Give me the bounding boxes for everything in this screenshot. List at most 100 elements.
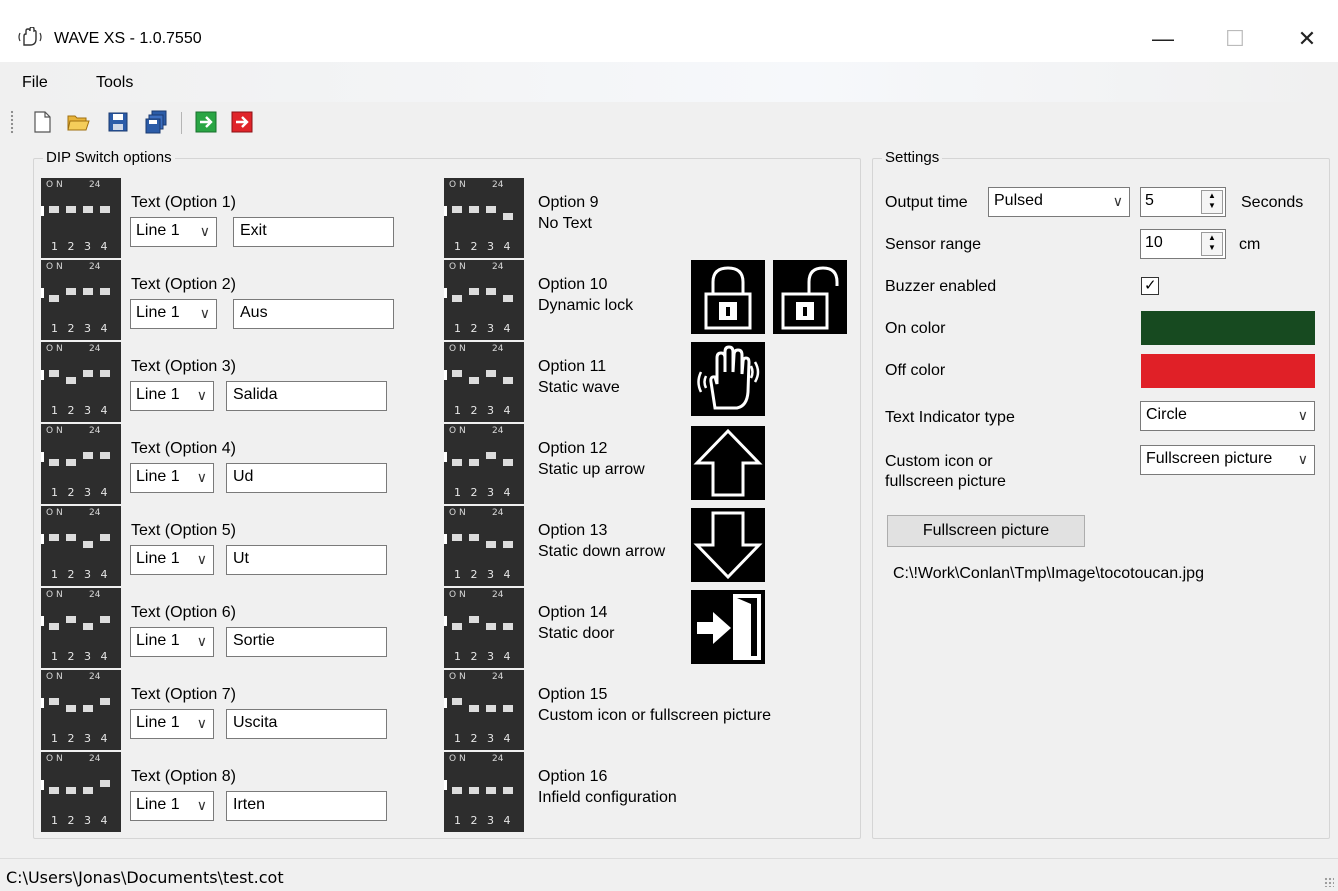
option-text-input[interactable]: Irten [226, 791, 387, 821]
text-option-label: Text (Option 1) [131, 194, 236, 211]
check-icon: ✓ [1144, 277, 1157, 294]
custom-icon-label-line2: fullscreen picture [885, 473, 1006, 490]
lock-closed-icon [691, 260, 765, 334]
dip-on-label: O N [46, 262, 63, 272]
line-select-value: Line 1 [136, 468, 180, 485]
output-time-combo-value: Pulsed [994, 192, 1043, 209]
dip-lead [444, 780, 447, 790]
line-select[interactable]: Line 1 ∨ [130, 381, 214, 411]
dip-switch-1 [49, 534, 59, 541]
dip-on-label: O N [449, 672, 466, 682]
dip-switch-3 [83, 452, 93, 459]
text-option-label: Text (Option 5) [131, 522, 236, 539]
dip-24-label: 24 [89, 590, 101, 600]
icon-option-desc: Static wave [538, 379, 620, 396]
dip-switch-4 [100, 206, 110, 213]
line-select[interactable]: Line 1 ∨ [130, 627, 214, 657]
dip-lead [41, 534, 44, 544]
line-select[interactable]: Line 1 ∨ [130, 463, 214, 493]
line-select-value: Line 1 [136, 632, 180, 649]
on-color-swatch[interactable] [1141, 311, 1315, 345]
line-select[interactable]: Line 1 ∨ [130, 545, 214, 575]
save-all-icon[interactable] [144, 110, 168, 134]
line-select[interactable]: Line 1 ∨ [130, 709, 214, 739]
status-bar: C:\Users\Jonas\Documents\test.cot [0, 858, 1338, 891]
option-text-input[interactable]: Ud [226, 463, 387, 493]
dip-switch-3 [83, 288, 93, 295]
dip-24-label: 24 [89, 508, 101, 518]
dip-switch-4 [503, 459, 513, 466]
new-icon[interactable] [30, 110, 54, 134]
off-color-swatch[interactable] [1141, 354, 1315, 388]
icon-option-title: Option 13 [538, 522, 608, 539]
menu-tools[interactable]: Tools [96, 74, 133, 92]
chevron-down-icon: ∨ [1297, 451, 1308, 467]
custom-icon-combo[interactable]: Fullscreen picture ∨ [1140, 445, 1315, 475]
dip-numbers: 1 2 3 4 [51, 650, 111, 663]
dip-switch-option-8: O N 24 1 2 3 4 [41, 752, 121, 832]
output-time-spinner[interactable]: 5 ▲ ▼ [1140, 187, 1226, 217]
option-text-input[interactable]: Sortie [226, 627, 387, 657]
dip-lead [41, 452, 44, 462]
dip-switch-2 [469, 616, 479, 623]
dip-switch-4 [503, 377, 513, 384]
output-time-value: 5 [1145, 192, 1154, 209]
sensor-range-label: Sensor range [885, 236, 982, 253]
import-icon[interactable] [194, 110, 218, 134]
dip-switch-option-3: O N 24 1 2 3 4 [41, 342, 121, 422]
chevron-down-icon: ∨ [196, 551, 207, 567]
dip-switch-2 [469, 787, 479, 794]
app-hand-icon [18, 27, 42, 46]
dip-switch-1 [49, 787, 59, 794]
option-text-input[interactable]: Uscita [226, 709, 387, 739]
toolbar-grip[interactable] [10, 110, 14, 134]
line-select[interactable]: Line 1 ∨ [130, 217, 217, 247]
option-text-input[interactable]: Exit [233, 217, 394, 247]
dip-24-label: 24 [492, 754, 504, 764]
dip-numbers: 1 2 3 4 [51, 486, 111, 499]
status-file-path: C:\Users\Jonas\Documents\test.cot [6, 868, 284, 887]
dip-switch-1 [49, 370, 59, 377]
output-time-unit: Seconds [1241, 194, 1304, 211]
option-text-input[interactable]: Salida [226, 381, 387, 411]
dip-switch-3 [486, 206, 496, 213]
dip-switch-1 [49, 623, 59, 630]
option-text-input[interactable]: Aus [233, 299, 394, 329]
spin-updown-icon[interactable]: ▲ ▼ [1201, 190, 1223, 214]
line-select[interactable]: Line 1 ∨ [130, 791, 214, 821]
dip-switch-4 [100, 534, 110, 541]
text-indicator-combo[interactable]: Circle ∨ [1140, 401, 1315, 431]
menu-file[interactable]: File [22, 74, 48, 92]
chevron-down-icon: ∨ [196, 387, 207, 403]
buzzer-checkbox[interactable]: ✓ [1141, 277, 1159, 295]
sensor-range-value: 10 [1145, 234, 1163, 251]
save-icon[interactable] [106, 110, 130, 134]
close-button[interactable]: ✕ [1284, 22, 1330, 56]
resize-grip[interactable] [1324, 877, 1334, 887]
chevron-down-icon: ∨ [196, 715, 207, 731]
dip-on-label: O N [46, 344, 63, 354]
dip-24-label: 24 [89, 426, 101, 436]
dip-on-label: O N [46, 508, 63, 518]
dip-24-label: 24 [89, 672, 101, 682]
output-time-combo[interactable]: Pulsed ∨ [988, 187, 1130, 217]
fullscreen-picture-button[interactable]: Fullscreen picture [887, 515, 1085, 547]
spin-updown-icon[interactable]: ▲ ▼ [1201, 232, 1223, 256]
dip-switch-3 [486, 370, 496, 377]
line-select[interactable]: Line 1 ∨ [130, 299, 217, 329]
dip-switch-option-9: O N 24 1 2 3 4 [444, 178, 524, 258]
dip-switch-option-2: O N 24 1 2 3 4 [41, 260, 121, 340]
open-folder-icon[interactable] [66, 110, 90, 134]
dip-switch-3 [83, 370, 93, 377]
dip-lead [41, 206, 44, 216]
dip-lead [444, 452, 447, 462]
minimize-button[interactable]: — [1140, 22, 1186, 56]
dip-switch-3 [486, 541, 496, 548]
dip-switch-3 [83, 541, 93, 548]
sensor-range-spinner[interactable]: 10 ▲ ▼ [1140, 229, 1226, 259]
window-title: WAVE XS - 1.0.7550 [54, 30, 202, 47]
export-icon[interactable] [230, 110, 254, 134]
maximize-button[interactable]: ☐ [1212, 22, 1258, 56]
dip-24-label: 24 [492, 180, 504, 190]
option-text-input[interactable]: Ut [226, 545, 387, 575]
